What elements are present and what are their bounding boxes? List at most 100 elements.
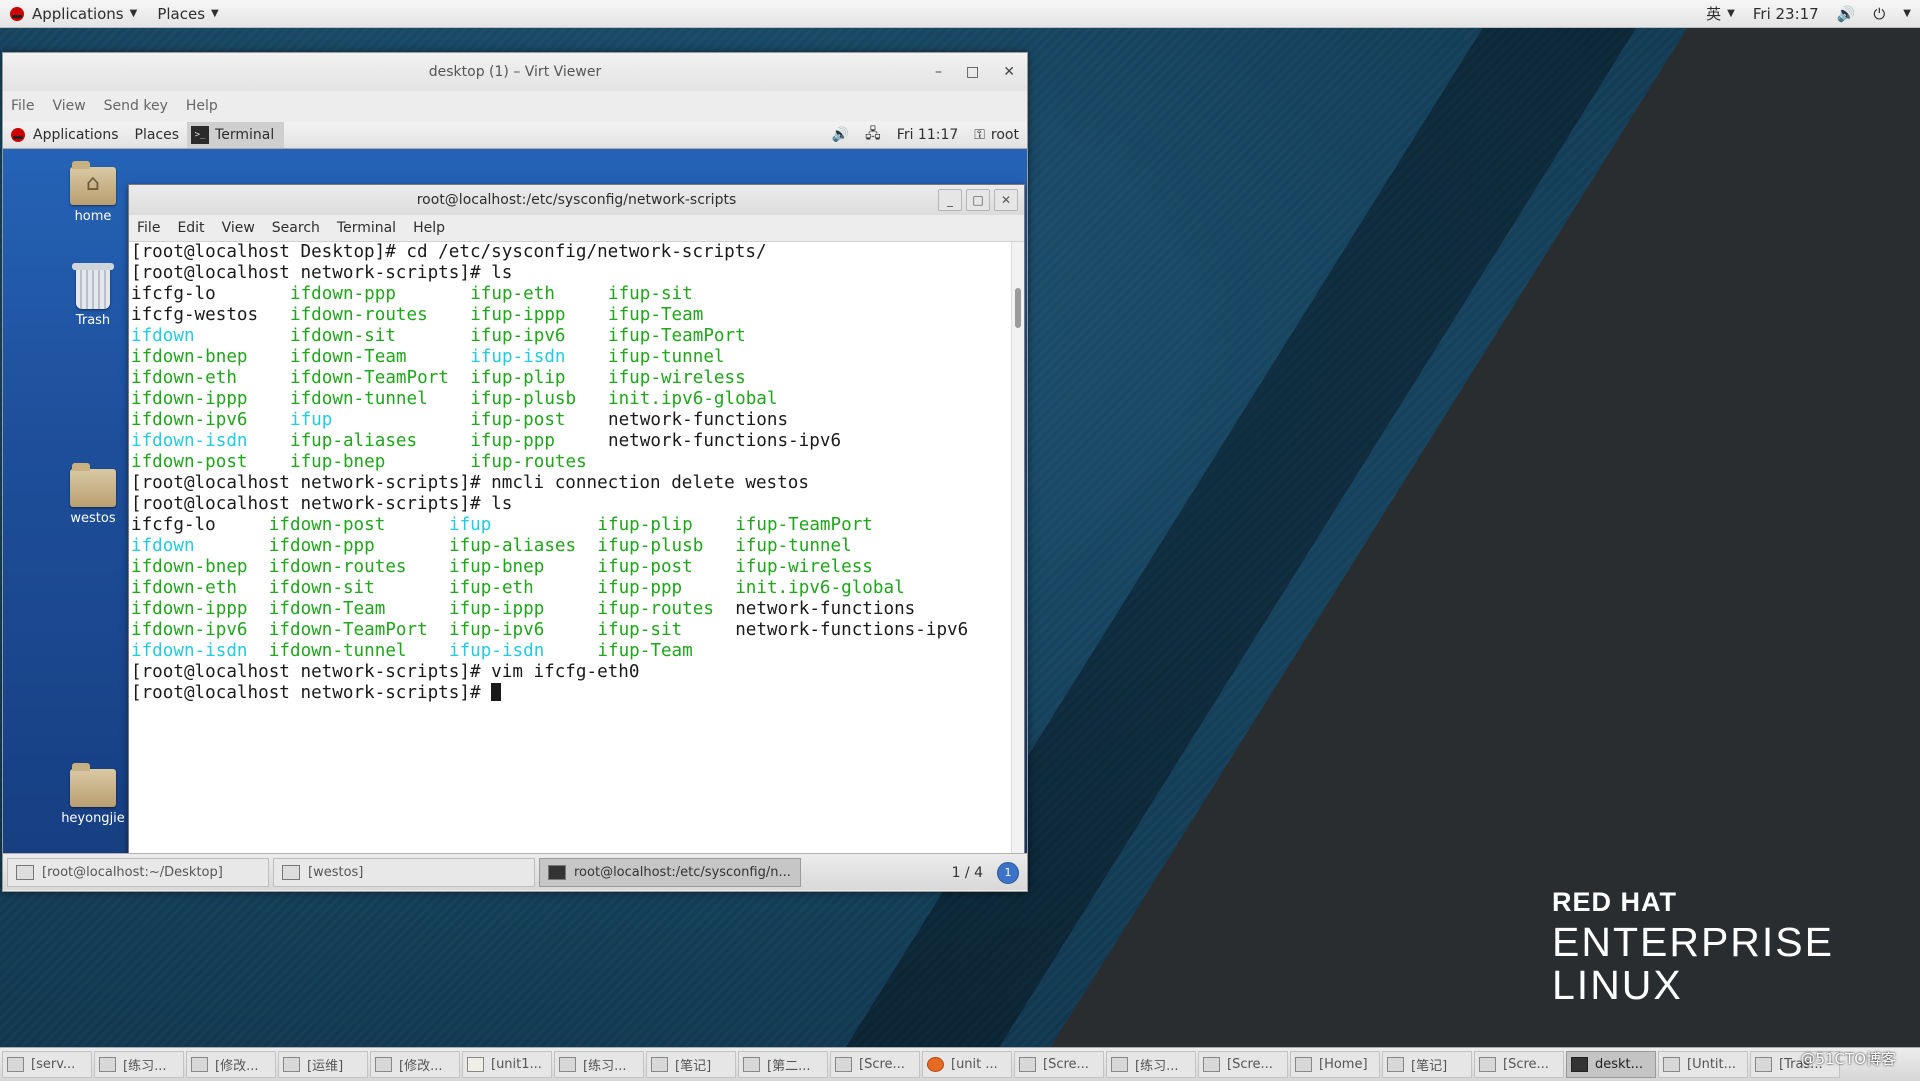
- menu-help[interactable]: Help: [413, 220, 445, 236]
- terminal-command-line: [root@localhost network-scripts]# ls: [131, 263, 513, 283]
- workspace-pager[interactable]: 1 / 4 1: [952, 861, 1019, 884]
- guest-screen[interactable]: Applications Places >_ Terminal 🔊 🖧 Fri …: [3, 122, 1027, 890]
- menu-send-key[interactable]: Send key: [104, 98, 168, 114]
- close-icon[interactable]: ✕: [1003, 64, 1015, 80]
- host-task-button[interactable]: deskt...: [1566, 1051, 1656, 1078]
- close-icon[interactable]: ✕: [994, 189, 1018, 211]
- host-task-button[interactable]: [Scre...: [830, 1051, 920, 1078]
- chevron-down-icon[interactable]: ▼: [1894, 0, 1920, 27]
- host-task-button[interactable]: [unit1...: [462, 1051, 552, 1078]
- host-task-button[interactable]: [修改...: [186, 1051, 276, 1078]
- virt-viewer-titlebar[interactable]: desktop (1) – Virt Viewer – □ ✕: [3, 53, 1027, 91]
- terminal-titlebar[interactable]: root@localhost:/etc/sysconfig/network-sc…: [129, 185, 1024, 215]
- terminal-title: root@localhost:/etc/sysconfig/network-sc…: [416, 192, 737, 208]
- desktop-icon-home[interactable]: home: [48, 161, 138, 224]
- minimize-icon[interactable]: –: [935, 64, 942, 80]
- guest-clock[interactable]: Fri 11:17: [889, 122, 966, 148]
- volume-icon[interactable]: 🔊: [824, 122, 857, 148]
- ls-file-entry: ifup-ipv6: [449, 620, 545, 640]
- host-task-button[interactable]: [Untit...: [1658, 1051, 1748, 1078]
- host-task-button[interactable]: [Scre...: [1198, 1051, 1288, 1078]
- ls-file-entry: init.ipv6-global: [608, 389, 778, 409]
- guest-user-menu[interactable]: ⚿ root: [966, 122, 1027, 148]
- host-task-button[interactable]: [Scre...: [1474, 1051, 1564, 1078]
- ls-file-entry: ifup-TeamPort: [608, 326, 746, 346]
- ls-file-entry: ifcfg-westos: [131, 305, 259, 325]
- ls-file-entry: ifdown-TeamPort: [268, 620, 428, 640]
- host-task-button[interactable]: [笔记]: [1382, 1051, 1472, 1078]
- desktop-icon-trash[interactable]: Trash: [48, 263, 138, 328]
- ls-file-entry: ifdown-post: [268, 515, 386, 535]
- host-task-label: [运维]: [307, 1059, 344, 1074]
- host-task-label: [Scre...: [859, 1057, 905, 1072]
- ls-file-entry: ifup: [449, 515, 492, 535]
- network-icon[interactable]: 🖧: [857, 122, 889, 148]
- maximize-icon[interactable]: □: [966, 64, 979, 80]
- maximize-icon[interactable]: □: [966, 189, 990, 211]
- clock[interactable]: Fri 23:17: [1744, 0, 1828, 27]
- window-icon: [375, 1057, 392, 1072]
- firefox-icon: [927, 1057, 944, 1072]
- desktop-icon-heyongjie[interactable]: heyongjie: [48, 763, 138, 826]
- notification-badge[interactable]: 1: [997, 861, 1019, 884]
- window-icon: [1387, 1057, 1404, 1072]
- guest-applications-menu[interactable]: Applications: [3, 122, 127, 148]
- input-method-indicator[interactable]: 英 ▼: [1697, 0, 1744, 27]
- applications-menu[interactable]: Applications ▼: [0, 0, 147, 27]
- scrollbar-thumb[interactable]: [1015, 288, 1021, 328]
- guest-task-label: [westos]: [308, 865, 364, 880]
- guest-task-network-scripts-terminal[interactable]: root@localhost:/etc/sysconfig/n...: [539, 858, 801, 887]
- terminal-output[interactable]: [root@localhost Desktop]# cd /etc/syscon…: [129, 242, 1012, 881]
- host-task-button[interactable]: [练习...: [554, 1051, 644, 1078]
- guest-task-desktop-terminal[interactable]: [root@localhost:~/Desktop]: [7, 858, 269, 887]
- window-icon: [7, 1057, 24, 1072]
- host-task-button[interactable]: [第二...: [738, 1051, 828, 1078]
- menu-terminal[interactable]: Terminal: [337, 220, 396, 236]
- menu-search[interactable]: Search: [272, 220, 320, 236]
- menu-file[interactable]: File: [11, 98, 34, 114]
- ls-file-entry: ifup-plip: [470, 368, 566, 388]
- window-icon: [283, 1057, 300, 1072]
- host-task-button[interactable]: [练习...: [1106, 1051, 1196, 1078]
- host-task-button[interactable]: [serv...: [2, 1051, 92, 1078]
- ls-file-entry: network-functions-ipv6: [735, 620, 969, 640]
- chevron-down-icon: ▼: [129, 8, 138, 19]
- ls-file-entry: ifup-ippp: [449, 599, 545, 619]
- host-task-button[interactable]: [Scre...: [1014, 1051, 1104, 1078]
- guest-task-label: [root@localhost:~/Desktop]: [42, 865, 223, 880]
- brand-line-3: LINUX: [1552, 962, 1683, 1008]
- ls-file-entry: ifdown-Team: [290, 347, 407, 367]
- menu-view[interactable]: View: [222, 220, 255, 236]
- menu-help[interactable]: Help: [186, 98, 218, 114]
- host-task-button[interactable]: [unit ...: [922, 1051, 1012, 1078]
- menu-file[interactable]: File: [137, 220, 160, 236]
- ls-file-entry: ifdown-ippp: [131, 389, 248, 409]
- host-task-button[interactable]: [Home]: [1290, 1051, 1380, 1078]
- host-task-button[interactable]: [笔记]: [646, 1051, 736, 1078]
- places-menu[interactable]: Places ▼: [147, 0, 228, 27]
- power-icon[interactable]: ⏻: [1864, 0, 1894, 27]
- terminal-scrollbar[interactable]: [1011, 242, 1024, 881]
- minimize-icon[interactable]: _: [938, 189, 962, 211]
- desktop-icon-westos[interactable]: westos: [48, 463, 138, 526]
- menu-edit[interactable]: Edit: [177, 220, 204, 236]
- host-task-label: [修改...: [399, 1059, 443, 1074]
- ls-file-entry: ifdown-ipv6: [131, 620, 248, 640]
- terminal-window[interactable]: root@localhost:/etc/sysconfig/network-sc…: [128, 184, 1025, 882]
- host-task-button[interactable]: [运维]: [278, 1051, 368, 1078]
- volume-icon[interactable]: 🔊: [1828, 0, 1865, 27]
- window-icon: [1663, 1057, 1680, 1072]
- guest-task-westos[interactable]: [westos]: [273, 858, 535, 887]
- ls-file-entry: ifup-ipv6: [470, 326, 566, 346]
- host-task-button[interactable]: [修改...: [370, 1051, 460, 1078]
- menu-view[interactable]: View: [52, 98, 85, 114]
- terminal-command-line: [root@localhost Desktop]# cd /etc/syscon…: [131, 242, 767, 262]
- guest-places-menu[interactable]: Places: [127, 122, 188, 148]
- host-task-button[interactable]: [练习...: [94, 1051, 184, 1078]
- terminal-command-line: [root@localhost network-scripts]# ls: [131, 494, 513, 514]
- trash-icon: [72, 263, 114, 309]
- guest-terminal-tab[interactable]: >_ Terminal: [187, 122, 285, 148]
- input-method-label: 英: [1706, 5, 1722, 23]
- ls-file-entry: ifup-routes: [597, 599, 714, 619]
- desktop-icon-label: heyongjie: [61, 811, 125, 826]
